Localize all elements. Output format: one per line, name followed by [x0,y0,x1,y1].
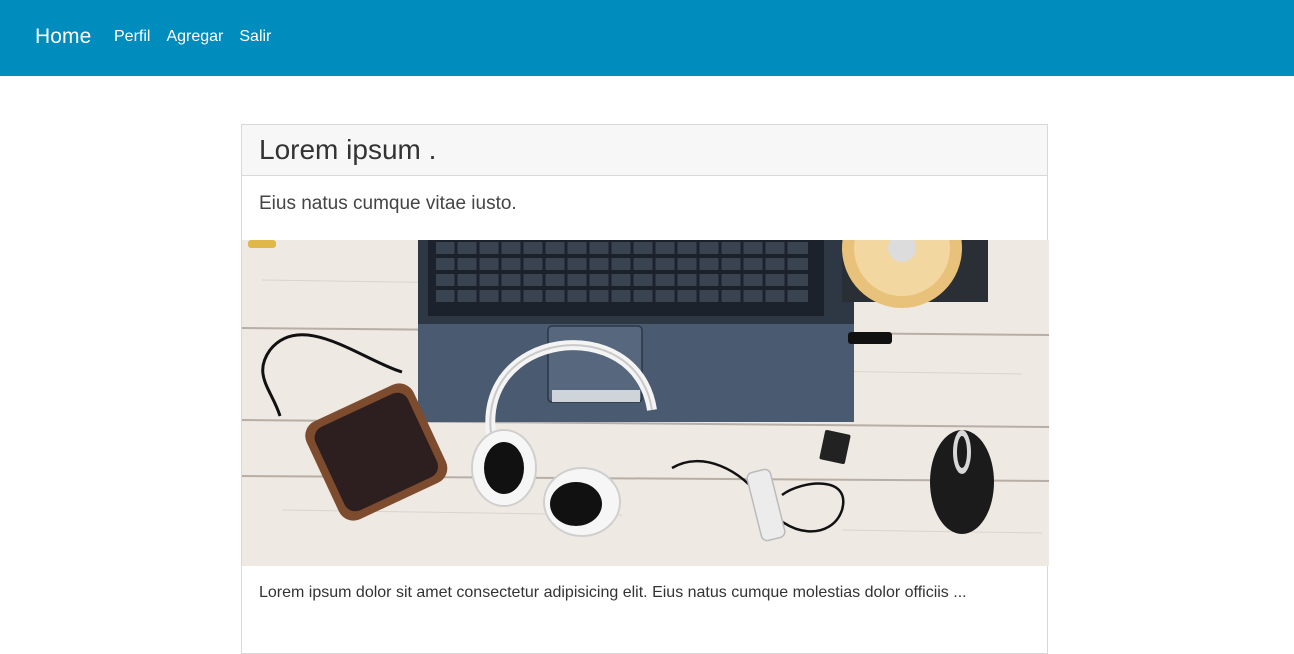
home-brand-link[interactable]: Home [35,24,91,50]
nav-link-agregar[interactable]: Agregar [166,27,223,47]
nav-link-perfil[interactable]: Perfil [114,27,150,47]
card-subtitle: Eius natus cumque vitae iusto. [259,193,517,214]
card-title: Lorem ipsum . [259,134,437,165]
top-navbar: Home Perfil Agregar Salir [0,0,1294,76]
product-image [242,240,1049,566]
nav-link-salir[interactable]: Salir [239,27,271,47]
card-body-text: Lorem ipsum dolor sit amet consectetur a… [259,584,967,601]
card-subtitle-wrap: Eius natus cumque vitae iusto. [242,176,1047,240]
nav-links: Perfil Agregar Salir [114,27,287,47]
product-photo-icon [242,240,1049,566]
product-card: Lorem ipsum . Eius natus cumque vitae iu… [241,124,1049,654]
card-header: Lorem ipsum . [242,125,1047,176]
